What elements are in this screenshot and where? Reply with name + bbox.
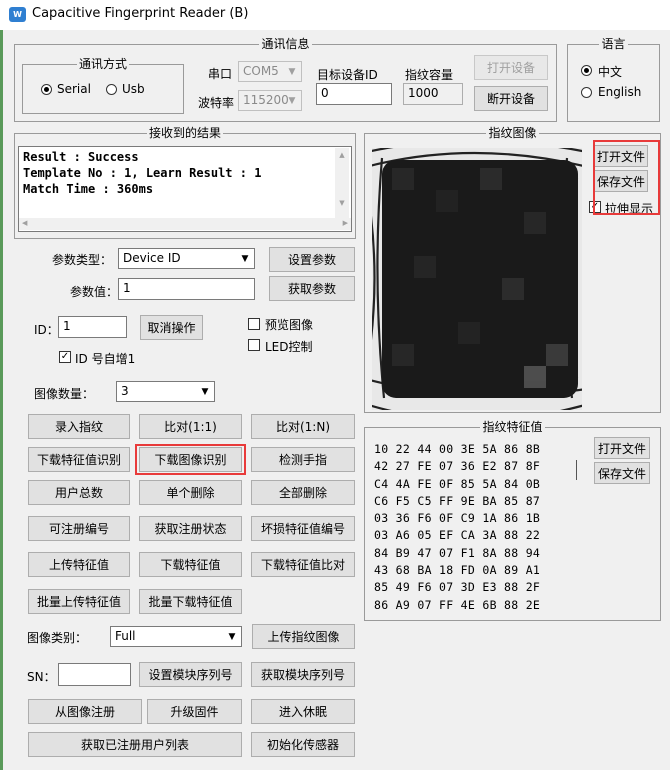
param-value-label: 参数值： <box>70 285 119 299</box>
highlight-box-fp-buttons <box>593 140 660 215</box>
image-category-value: Full <box>115 629 136 643</box>
led-label[interactable]: LED控制 <box>265 338 313 355</box>
port-label: 串口 <box>208 67 233 81</box>
english-label[interactable]: English <box>598 85 641 99</box>
open-device-button[interactable]: 打开设备 <box>474 55 548 80</box>
feature-hex-text[interactable]: 10 22 44 00 3E 5A 86 8B 42 27 FE 07 36 E… <box>374 441 540 614</box>
upload-feature-button[interactable]: 上传特征值 <box>28 552 130 577</box>
sn-label: SN： <box>27 670 56 684</box>
set-module-sn-button[interactable]: 设置模块序列号 <box>139 662 242 687</box>
chevron-down-icon: ▼ <box>228 632 236 642</box>
upgrade-firmware-button[interactable]: 升级固件 <box>147 699 242 724</box>
baud-value: 115200 <box>243 93 289 107</box>
enroll-from-image-button[interactable]: 从图像注册 <box>28 699 142 724</box>
english-radio[interactable] <box>581 87 592 98</box>
id-autoinc-label[interactable]: ID 号自增1 <box>75 350 135 367</box>
result-scrollbar[interactable]: ▲ ▼ <box>335 148 349 218</box>
sn-input[interactable] <box>58 663 131 686</box>
features-divider <box>576 460 577 480</box>
image-count-value: 3 <box>121 384 129 398</box>
get-param-button[interactable]: 获取参数 <box>269 276 355 301</box>
get-enroll-status-button[interactable]: 获取注册状态 <box>139 516 242 541</box>
image-count-label: 图像数量： <box>34 387 95 401</box>
serial-label[interactable]: Serial <box>57 82 91 96</box>
delete-single-button[interactable]: 单个删除 <box>139 480 242 505</box>
get-module-sn-button[interactable]: 获取模块序列号 <box>251 662 355 687</box>
usb-radio[interactable] <box>106 84 117 95</box>
port-select[interactable]: COM5 ▼ <box>238 61 302 82</box>
comm-method-title: 通讯方式 <box>76 57 129 71</box>
capacity-label: 指纹容量 <box>405 68 454 82</box>
image-count-select[interactable]: 3 ▼ <box>116 381 215 402</box>
comm-info-title: 通讯信息 <box>259 37 312 51</box>
baud-select[interactable]: 115200 ▼ <box>238 90 302 111</box>
batch-download-feature-button[interactable]: 批量下载特征值 <box>139 589 242 614</box>
param-type-select[interactable]: Device ID ▼ <box>118 248 255 269</box>
enroll-button[interactable]: 录入指纹 <box>28 414 130 439</box>
param-type-label: 参数类型： <box>52 253 113 267</box>
id-label: ID： <box>34 323 59 337</box>
match-1-1-button[interactable]: 比对(1:1) <box>139 414 242 439</box>
fingerprint-svg <box>372 148 582 410</box>
download-feature-identify-button[interactable]: 下载特征值识别 <box>28 447 130 472</box>
usb-label[interactable]: Usb <box>122 82 145 96</box>
preview-checkbox[interactable] <box>248 318 260 330</box>
fp-image-title: 指纹图像 <box>486 126 539 140</box>
enrollable-no-button[interactable]: 可注册编号 <box>28 516 130 541</box>
chevron-down-icon: ▼ <box>288 96 296 106</box>
get-enrolled-list-button[interactable]: 获取已注册用户列表 <box>28 732 242 757</box>
image-category-select[interactable]: Full ▼ <box>110 626 242 647</box>
language-title: 语言 <box>599 37 628 51</box>
chevron-down-icon: ▼ <box>241 254 249 264</box>
scroll-down-icon[interactable]: ▼ <box>335 199 349 207</box>
led-checkbox[interactable] <box>248 339 260 351</box>
download-feature-compare-button[interactable]: 下载特征值比对 <box>251 552 355 577</box>
set-param-button[interactable]: 设置参数 <box>269 247 355 272</box>
language-group: 语言 <box>567 37 660 122</box>
enter-sleep-button[interactable]: 进入休眠 <box>251 699 355 724</box>
serial-radio[interactable] <box>41 84 52 95</box>
damaged-feature-no-button[interactable]: 坏损特征值编号 <box>251 516 355 541</box>
match-1-n-button[interactable]: 比对(1:N) <box>251 414 355 439</box>
title-bar: W Capacitive Fingerprint Reader (B) <box>0 0 670 30</box>
scroll-left-icon[interactable]: ◀ <box>22 219 27 227</box>
detect-finger-button[interactable]: 检测手指 <box>251 447 355 472</box>
init-sensor-button[interactable]: 初始化传感器 <box>251 732 355 757</box>
chevron-down-icon: ▼ <box>201 387 209 397</box>
cancel-op-button[interactable]: 取消操作 <box>140 315 203 340</box>
user-total-button[interactable]: 用户总数 <box>28 480 130 505</box>
feature-save-file-button[interactable]: 保存文件 <box>594 462 650 484</box>
id-input[interactable]: 1 <box>58 316 127 338</box>
upload-fp-image-button[interactable]: 上传指纹图像 <box>252 624 355 649</box>
feature-open-file-button[interactable]: 打开文件 <box>594 437 650 459</box>
result-hscrollbar[interactable]: ◀ ▶ <box>19 218 351 230</box>
chinese-label[interactable]: 中文 <box>598 63 622 80</box>
image-category-label: 图像类别： <box>27 631 88 645</box>
port-value: COM5 <box>243 64 279 78</box>
download-feature-button[interactable]: 下载特征值 <box>139 552 242 577</box>
param-value-input[interactable]: 1 <box>118 278 255 300</box>
delete-all-button[interactable]: 全部删除 <box>251 480 355 505</box>
batch-upload-feature-button[interactable]: 批量上传特征值 <box>28 589 130 614</box>
close-device-button[interactable]: 断开设备 <box>474 86 548 111</box>
app-logo-icon: W <box>9 7 26 22</box>
window-left-edge <box>0 30 3 770</box>
fingerprint-image <box>372 148 582 410</box>
preview-label[interactable]: 预览图像 <box>265 316 313 333</box>
id-autoinc-checkbox[interactable]: ✓ <box>59 351 71 363</box>
chinese-radio[interactable] <box>581 65 592 76</box>
baud-label: 波特率 <box>198 96 235 110</box>
scroll-up-icon[interactable]: ▲ <box>335 151 349 159</box>
highlight-box-download-image <box>135 444 246 475</box>
scroll-right-icon[interactable]: ▶ <box>343 219 348 227</box>
target-id-input[interactable]: 0 <box>316 83 392 105</box>
result-title: 接收到的结果 <box>146 126 223 140</box>
target-id-label: 目标设备ID <box>317 68 378 82</box>
chevron-down-icon: ▼ <box>288 67 296 77</box>
param-type-value: Device ID <box>123 251 181 265</box>
features-title: 指纹特征值 <box>480 420 545 434</box>
window-title: Capacitive Fingerprint Reader (B) <box>32 6 249 21</box>
capacity-input: 1000 <box>403 83 463 105</box>
